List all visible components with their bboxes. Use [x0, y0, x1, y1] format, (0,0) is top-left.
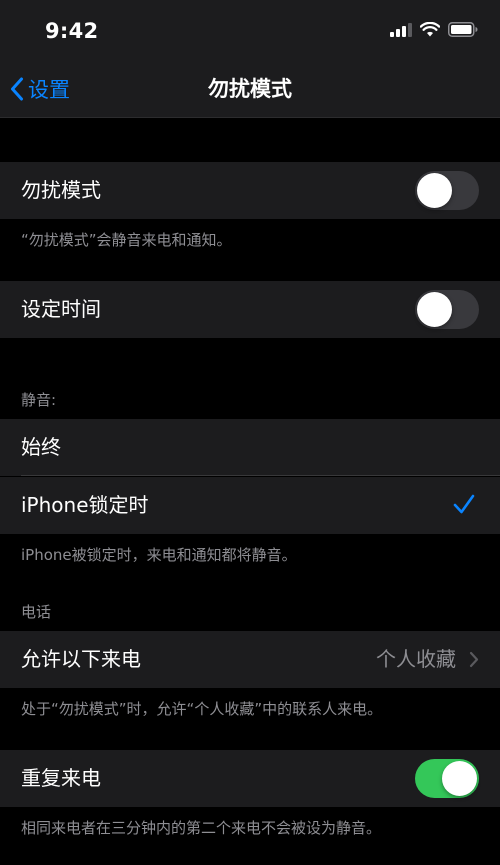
scheduled-label: 设定时间: [21, 297, 101, 321]
checkmark-icon: [453, 494, 475, 514]
cellular-signal-icon: [390, 22, 412, 37]
dnd-footnote: “勿扰模式”会静音来电和通知。: [21, 231, 232, 249]
repeated-calls-label: 重复来电: [21, 766, 101, 790]
allow-calls-value: 个人收藏: [376, 647, 456, 671]
allow-calls-label: 允许以下来电: [21, 647, 141, 671]
toggle-knob: [417, 292, 452, 327]
scheduled-cell: 设定时间: [0, 281, 500, 338]
repeated-calls-footnote: 相同来电者在三分钟内的第二个来电不会被设为静音。: [21, 819, 382, 837]
battery-icon: [448, 22, 478, 37]
phone-footnote: 处于“勿扰模式”时，允许“个人收藏”中的联系人来电。: [21, 700, 383, 718]
status-time: 9:42: [45, 19, 99, 43]
allow-calls-cell[interactable]: 允许以下来电 个人收藏: [0, 631, 500, 688]
silence-option-always[interactable]: 始终: [0, 419, 500, 476]
toggle-knob: [417, 173, 452, 208]
dnd-label: 勿扰模式: [21, 178, 101, 202]
scheduled-toggle[interactable]: [415, 290, 479, 329]
status-bar: 9:42: [0, 0, 500, 62]
repeated-calls-toggle[interactable]: [415, 759, 479, 798]
page-title: 勿扰模式: [208, 77, 292, 101]
repeated-calls-cell: 重复来电: [0, 750, 500, 807]
status-icons: [390, 22, 478, 37]
dnd-toggle[interactable]: [415, 171, 479, 210]
silence-option-label: 始终: [21, 435, 61, 459]
silence-option-label: iPhone锁定时: [21, 493, 149, 517]
phone-header: 电话: [21, 603, 52, 621]
wifi-icon: [420, 22, 440, 37]
divider: [21, 475, 500, 476]
silence-option-locked[interactable]: iPhone锁定时: [0, 477, 500, 534]
chevron-right-icon: [469, 651, 479, 668]
navigation-bar: 设置 勿扰模式: [0, 62, 500, 118]
silence-footnote: iPhone被锁定时，来电和通知都将静音。: [21, 546, 297, 564]
silence-header: 静音:: [21, 391, 57, 409]
dnd-cell: 勿扰模式: [0, 162, 500, 219]
toggle-knob: [442, 761, 477, 796]
